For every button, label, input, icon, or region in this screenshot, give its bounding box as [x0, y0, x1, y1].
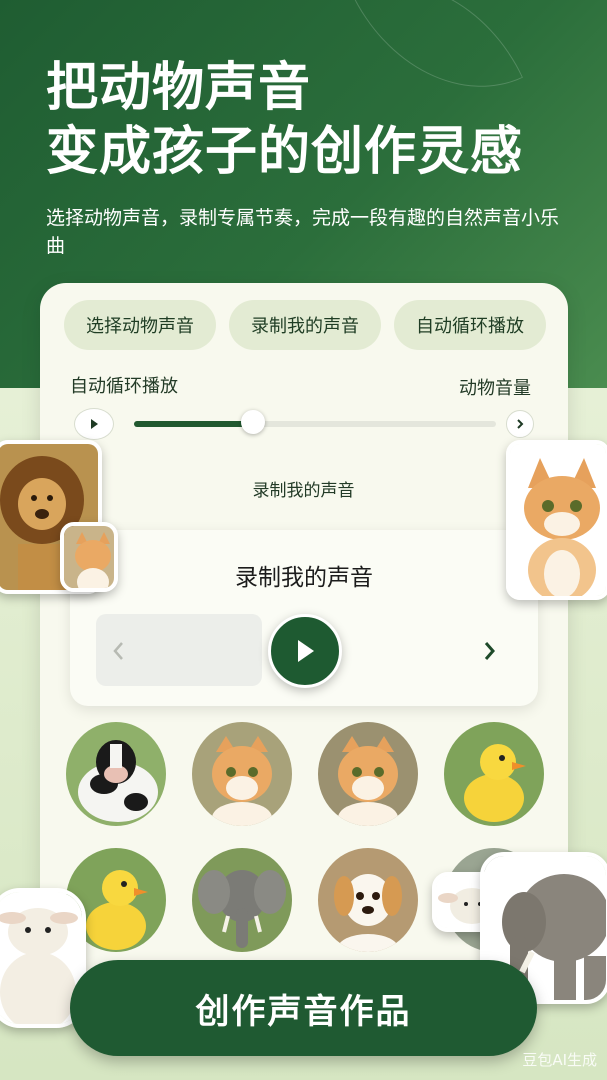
chip-record-voice[interactable]: 录制我的声音: [229, 300, 381, 350]
loop-label: 自动循环播放: [70, 376, 178, 397]
headline-line-1: 把动物声音: [46, 58, 312, 118]
record-play-button[interactable]: [268, 614, 342, 688]
sticker-kitten-right: [506, 440, 607, 600]
create-work-button[interactable]: 创作声音作品: [70, 960, 537, 1056]
chip-auto-loop[interactable]: 自动循环播放: [394, 300, 546, 350]
headline-line-2: 变成孩子的创作灵感: [46, 122, 524, 182]
sticker-kitten-small: [60, 522, 118, 592]
volume-slider-handle[interactable]: [241, 410, 265, 434]
volume-slider-fill: [134, 421, 253, 427]
chevron-right-small-icon: [517, 419, 524, 429]
play-small-icon: [91, 419, 98, 429]
loop-play-button[interactable]: [74, 408, 114, 440]
animal-avatar-cow[interactable]: [66, 722, 166, 826]
animal-avatar-elephant[interactable]: [192, 848, 292, 952]
chevron-right-icon[interactable]: [482, 640, 496, 666]
animal-avatar-kitten-1[interactable]: [192, 722, 292, 826]
watermark: 豆包AI生成: [522, 1051, 597, 1069]
animal-avatar-puppy[interactable]: [318, 848, 418, 952]
play-icon: [298, 640, 314, 662]
chip-select-animal[interactable]: 选择动物声音: [64, 300, 216, 350]
volume-next-button[interactable]: [506, 410, 534, 438]
subtitle: 选择动物声音，录制专属节奏，完成一段有趣的自然声音小乐曲: [46, 207, 560, 257]
animal-avatar-kitten-2[interactable]: [318, 722, 418, 826]
animal-avatar-duckling-1[interactable]: [444, 722, 544, 826]
recorder-title: 录制我的声音: [235, 565, 373, 591]
headline: 把动物声音 变成孩子的创作灵感: [46, 56, 523, 184]
volume-slider-track[interactable]: [134, 421, 496, 427]
chevron-left-icon[interactable]: [112, 640, 126, 666]
volume-label: 动物音量: [459, 378, 531, 399]
